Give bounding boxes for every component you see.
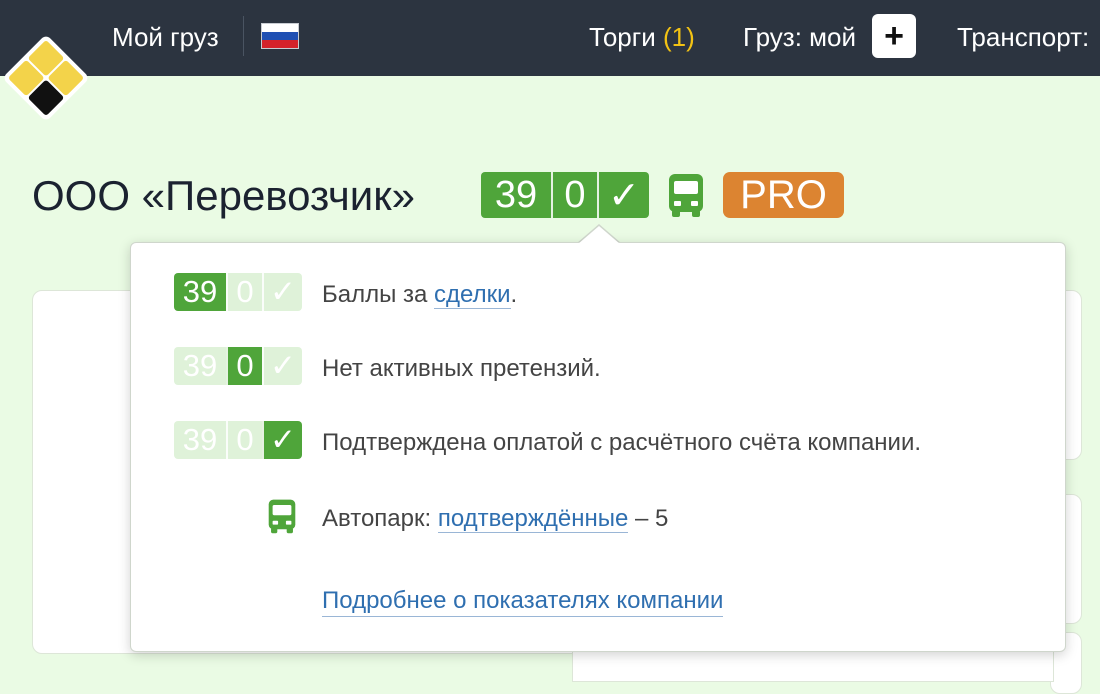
nav-torgi-label: Торги (589, 22, 656, 52)
nav-transport-link[interactable]: Транспорт: (957, 20, 1089, 54)
rating-claims: 0 (551, 172, 597, 218)
rating-verified-check: ✓ (597, 172, 649, 218)
mini-score: 39 (174, 347, 226, 385)
nav-divider (243, 16, 244, 56)
score-suffix: . (510, 281, 518, 308)
claims-description: Нет активных претензий. (322, 355, 601, 382)
mini-check: ✓ (262, 273, 302, 311)
score-text: Баллы за (322, 281, 435, 308)
company-metrics-link[interactable]: Подробнее о показателях компании (322, 586, 724, 617)
company-name: ООО «Перевозчик» (32, 172, 415, 219)
mini-badge-score-highlight: 39 0 ✓ (174, 273, 302, 311)
mini-badge-check-highlight: 39 0 ✓ (174, 421, 302, 459)
mini-check: ✓ (262, 421, 302, 459)
nav-my-cargo-link[interactable]: Мой груз (112, 20, 219, 54)
bus-icon[interactable] (664, 172, 708, 218)
fleet-prefix: Автопарк: (322, 505, 438, 532)
add-cargo-button[interactable]: + (872, 14, 916, 58)
mini-claims: 0 (226, 273, 262, 311)
mini-claims: 0 (226, 347, 262, 385)
fleet-count: – 5 (628, 505, 669, 532)
mini-score: 39 (174, 421, 226, 459)
mini-badge-claims-highlight: 39 0 ✓ (174, 347, 302, 385)
rating-score: 39 (481, 172, 551, 218)
company-rating-badge[interactable]: 39 0 ✓ (481, 172, 649, 218)
pro-badge[interactable]: PRO (723, 172, 844, 218)
popover-arrow-fill (578, 226, 620, 244)
top-navigation-bar: Мой груз Торги (1) Груз: мой + Транспорт… (0, 0, 1100, 76)
fleet-description: Автопарк: подтверждённые – 5 (322, 504, 668, 534)
nav-torgi-link[interactable]: Торги (1) (589, 20, 695, 54)
bus-icon (268, 499, 296, 534)
mini-check: ✓ (262, 347, 302, 385)
nav-cargo-my-link[interactable]: Груз: мой (743, 20, 856, 54)
score-description: Баллы за сделки. (322, 280, 517, 310)
mini-claims: 0 (226, 421, 262, 459)
russia-flag-icon[interactable] (261, 23, 299, 49)
nav-torgi-count: (1) (663, 22, 695, 52)
mini-score: 39 (174, 273, 226, 311)
verification-description: Подтверждена оплатой с расчётного счёта … (322, 429, 922, 456)
verified-fleet-link[interactable]: подтверждённые (437, 505, 629, 533)
deals-link[interactable]: сделки (434, 281, 511, 309)
site-logo[interactable] (0, 32, 92, 124)
